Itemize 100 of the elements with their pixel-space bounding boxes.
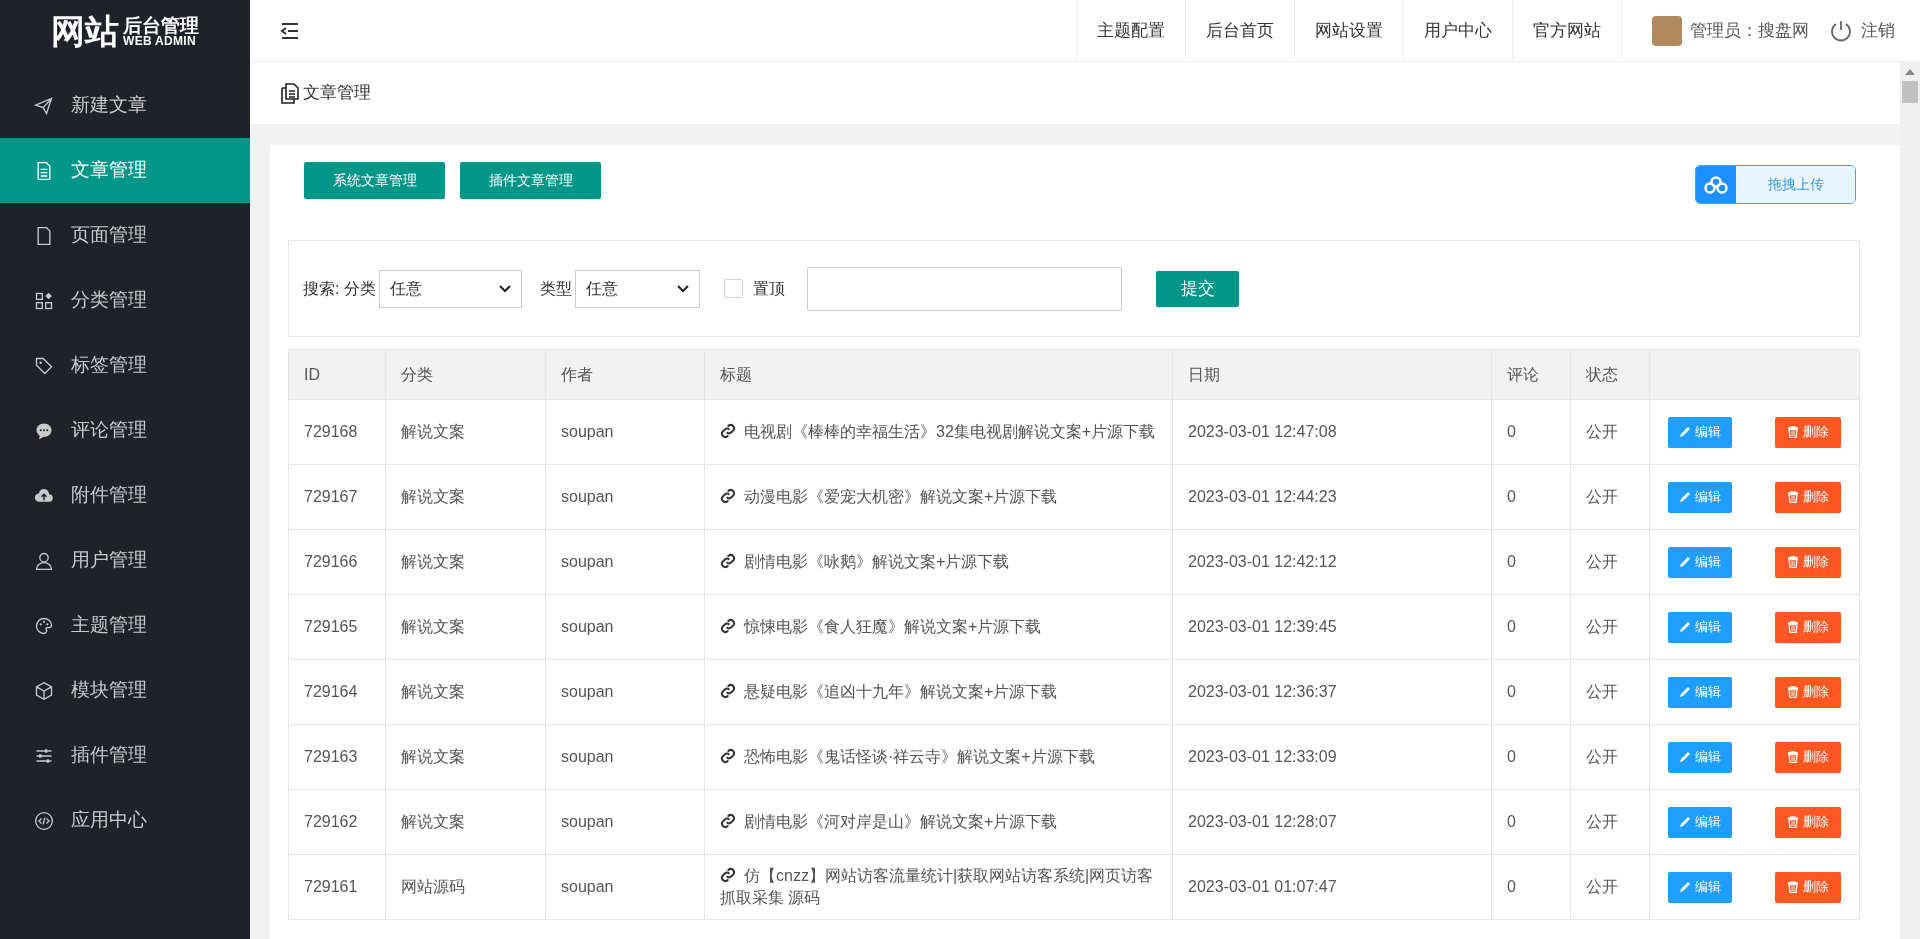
table-cell: 729168	[288, 399, 386, 465]
logout-link[interactable]: 注销	[1829, 0, 1920, 61]
category-select[interactable]: 任意	[379, 269, 523, 308]
table-cell: soupan	[545, 464, 705, 530]
nav-link[interactable]: 主题配置	[1076, 0, 1185, 61]
table-cell: 解说文案	[385, 659, 546, 725]
trash-icon	[1787, 816, 1799, 828]
submit-button[interactable]: 提交	[1156, 270, 1240, 307]
link-icon	[720, 423, 736, 439]
table-cell: soupan	[545, 594, 705, 660]
table-cell: 公开	[1570, 594, 1650, 660]
table-cell: 2023-03-01 12:36:37	[1172, 659, 1492, 725]
sidebar-item[interactable]: 插件管理	[0, 723, 250, 788]
avatar-photo	[1652, 15, 1682, 46]
user-name[interactable]: 管理员：搜盘网	[1690, 17, 1809, 44]
logo-text: 网站	[51, 14, 119, 48]
cloud-icon	[1704, 175, 1728, 194]
scrollbar-thumb[interactable]	[1902, 81, 1918, 103]
palette-icon	[34, 615, 54, 636]
table-cell: soupan	[545, 789, 705, 855]
table-cell: 解说文案	[385, 464, 546, 530]
sidebar-item[interactable]: 模块管理	[0, 658, 250, 723]
search-label: 搜索:	[303, 278, 340, 299]
title-link[interactable]: 剧情电影《咏鹅》解说文案+片源下载	[704, 529, 1173, 595]
sidebar-item[interactable]: 评论管理	[0, 398, 250, 463]
nav-link[interactable]: 官方网站	[1512, 0, 1622, 61]
tab-button[interactable]: 系统文章管理	[304, 162, 445, 199]
sidebar-item[interactable]: 分类管理	[0, 268, 250, 333]
pinned-label: 置顶	[753, 278, 786, 299]
table-cell: 公开	[1570, 724, 1650, 790]
link-icon	[720, 748, 736, 764]
table-cell: 729162	[288, 789, 386, 855]
title-link[interactable]: 剧情电影《河对岸是山》解说文案+片源下载	[704, 789, 1173, 855]
trash-icon	[1787, 491, 1799, 503]
table-cell: 2023-03-01 12:47:08	[1172, 399, 1492, 465]
pencil-icon	[1679, 686, 1691, 698]
table-cell: 729166	[288, 529, 386, 595]
table-cell: soupan	[545, 854, 705, 920]
table-cell: 2023-03-01 12:44:23	[1172, 464, 1492, 530]
table-cell: 0	[1491, 399, 1571, 465]
nav-link[interactable]: 后台首页	[1185, 0, 1294, 61]
trash-icon	[1787, 751, 1799, 763]
table-cell: 0	[1491, 464, 1571, 530]
sidebar-item[interactable]: 文章管理	[0, 138, 250, 203]
table-cell: 解说文案	[385, 724, 546, 790]
pencil-icon	[1679, 556, 1691, 568]
table-cell: soupan	[545, 659, 705, 725]
paper-plane-icon	[34, 95, 54, 116]
trash-icon	[1787, 556, 1799, 568]
nav-link[interactable]: 用户中心	[1403, 0, 1512, 61]
column-header: 日期	[1172, 349, 1492, 400]
trash-icon	[1787, 881, 1799, 893]
table-cell: 2023-03-01 12:42:12	[1172, 529, 1492, 595]
table-cell: 0	[1491, 594, 1571, 660]
table-cell: 解说文案	[385, 594, 546, 660]
sidebar-item[interactable]: 用户管理	[0, 528, 250, 593]
menu-icon[interactable]	[280, 21, 300, 40]
column-header: 作者	[545, 349, 705, 400]
document-icon	[281, 82, 299, 104]
category-label: 分类	[344, 278, 377, 299]
sidebar-item[interactable]: 附件管理	[0, 463, 250, 528]
title-link[interactable]: 动漫电影《爱宠大机密》解说文案+片源下载	[704, 464, 1173, 530]
type-select[interactable]: 任意	[575, 269, 701, 308]
table-cell: 729164	[288, 659, 386, 725]
table-cell: 网站源码	[385, 854, 546, 920]
tag-icon	[34, 355, 54, 376]
table-cell: 2023-03-01 12:39:45	[1172, 594, 1492, 660]
title-link[interactable]: 惊悚电影《食人狂魔》解说文案+片源下载	[704, 594, 1173, 660]
title-link[interactable]: 恐怖电影《鬼话怪谈·祥云寺》解说文案+片源下载	[704, 724, 1173, 790]
link-icon	[720, 867, 736, 883]
breadcrumb: 文章管理	[303, 82, 371, 105]
column-header: 分类	[385, 349, 546, 400]
sidebar-item[interactable]: 应用中心	[0, 788, 250, 853]
table-cell: 729163	[288, 724, 386, 790]
type-label: 类型	[540, 278, 573, 299]
pinned-checkbox[interactable]	[724, 279, 744, 298]
link-icon	[720, 813, 736, 829]
column-header: ID	[288, 349, 386, 400]
sidebar-item[interactable]: 新建文章	[0, 73, 250, 138]
search-field[interactable]	[807, 266, 1123, 311]
sidebar-item[interactable]: 标签管理	[0, 333, 250, 398]
table-cell: soupan	[545, 724, 705, 790]
table-cell: 0	[1491, 789, 1571, 855]
pencil-icon	[1679, 621, 1691, 633]
code-icon	[34, 810, 54, 831]
table-cell: 0	[1491, 659, 1571, 725]
sidebar-item[interactable]: 主题管理	[0, 593, 250, 658]
scroll-up-icon[interactable]	[1905, 69, 1915, 75]
title-link[interactable]: 仿【cnzz】网站访客流量统计|获取网站访客系统|网页访客抓取采集 源码	[704, 854, 1173, 920]
title-link[interactable]: 悬疑电影《追凶十九年》解说文案+片源下载	[704, 659, 1173, 725]
title-link[interactable]: 电视剧《棒棒的幸福生活》32集电视剧解说文案+片源下载	[704, 399, 1173, 465]
sidebar-item[interactable]: 页面管理	[0, 203, 250, 268]
table-cell: 公开	[1570, 529, 1650, 595]
pencil-icon	[1679, 491, 1691, 503]
table-cell: 0	[1491, 724, 1571, 790]
table-cell: 解说文案	[385, 529, 546, 595]
tab-button[interactable]: 插件文章管理	[460, 162, 601, 199]
link-icon	[720, 618, 736, 634]
nav-link[interactable]: 网站设置	[1294, 0, 1403, 61]
logo-tagline: WEB ADMIN	[123, 34, 196, 47]
